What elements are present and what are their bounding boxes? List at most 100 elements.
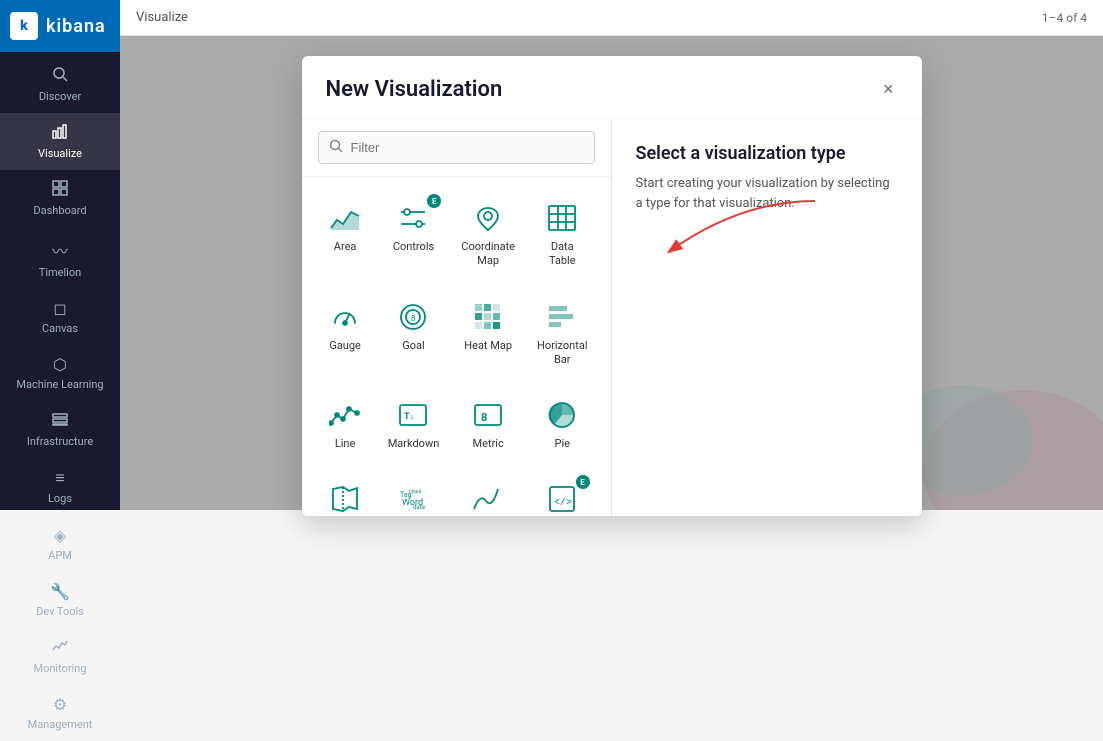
viz-horiz-bar-label: Horizontal Bar bbox=[537, 339, 588, 368]
pie-chart-icon bbox=[544, 397, 580, 433]
sidebar: k kibana Discover Visualize Dashboard 〰 … bbox=[0, 0, 120, 510]
sidebar-item-timelion-label: Timelion bbox=[39, 266, 81, 279]
sidebar-item-dashboard[interactable]: Dashboard bbox=[0, 170, 120, 227]
viz-markdown-label: Markdown bbox=[388, 437, 440, 451]
dashboard-icon bbox=[52, 180, 68, 200]
viz-item-region-map[interactable]: Region Map bbox=[318, 470, 373, 516]
svg-text:</>: </> bbox=[554, 497, 572, 509]
coordinate-map-icon bbox=[470, 200, 506, 236]
modal-title: New Visualization bbox=[326, 77, 503, 102]
sidebar-item-logs[interactable]: ≡ Logs bbox=[0, 458, 120, 515]
content-area: New Visualization × bbox=[120, 36, 1103, 510]
logo: k kibana bbox=[0, 0, 120, 52]
apm-icon: ◈ bbox=[54, 526, 66, 545]
controls-icon bbox=[395, 200, 431, 236]
kibana-logo-text: kibana bbox=[46, 16, 106, 37]
sidebar-item-canvas[interactable]: ◻ Canvas bbox=[0, 289, 120, 345]
viz-item-metric[interactable]: 8 Metric bbox=[454, 386, 522, 462]
sidebar-item-timelion[interactable]: 〰 Timelion bbox=[0, 228, 120, 289]
sidebar-item-infrastructure[interactable]: Infrastructure bbox=[0, 401, 120, 458]
ml-icon: ⬡ bbox=[53, 355, 67, 374]
sidebar-item-visualize-label: Visualize bbox=[38, 147, 82, 160]
timelion-icon: 〰 bbox=[52, 238, 68, 262]
filter-input-wrap[interactable] bbox=[318, 131, 595, 164]
monitoring-icon bbox=[52, 638, 68, 658]
tag-cloud-icon: TagcloudWorddata bbox=[395, 481, 431, 516]
sidebar-item-devtools[interactable]: 🔧 Dev Tools bbox=[0, 572, 120, 628]
vega-badge: E bbox=[576, 475, 590, 489]
controls-badge: E bbox=[427, 194, 441, 208]
viz-item-controls[interactable]: Controls E bbox=[381, 189, 447, 280]
topbar: Visualize 1–4 of 4 bbox=[120, 0, 1103, 36]
sidebar-item-apm[interactable]: ◈ APM bbox=[0, 516, 120, 572]
viz-goal-label: Goal bbox=[402, 339, 424, 353]
sidebar-item-canvas-label: Canvas bbox=[42, 322, 78, 335]
viz-heat-map-label: Heat Map bbox=[464, 339, 512, 353]
viz-coord-map-label: Coordinate Map bbox=[461, 240, 515, 269]
sidebar-item-visualize[interactable]: Visualize bbox=[0, 113, 120, 170]
sidebar-item-machine-learning[interactable]: ⬡ Machine Learning bbox=[0, 345, 120, 401]
sidebar-item-infra-label: Infrastructure bbox=[27, 435, 93, 448]
right-panel-description: Start creating your visualization by sel… bbox=[636, 174, 898, 213]
viz-item-area[interactable]: Area bbox=[318, 189, 373, 280]
viz-item-data-table[interactable]: Data Table bbox=[530, 189, 595, 280]
svg-text:8: 8 bbox=[411, 314, 416, 323]
svg-text:cloud: cloud bbox=[409, 489, 421, 495]
region-map-icon bbox=[327, 481, 363, 516]
page-count: 1–4 of 4 bbox=[1042, 11, 1087, 25]
search-icon bbox=[329, 138, 343, 157]
filter-bar bbox=[302, 119, 611, 177]
viz-gauge-label: Gauge bbox=[329, 339, 361, 353]
sidebar-item-monitoring-label: Monitoring bbox=[33, 662, 86, 675]
viz-item-pie[interactable]: Pie bbox=[530, 386, 595, 462]
viz-item-horizontal-bar[interactable]: Horizontal Bar bbox=[530, 288, 595, 379]
viz-pie-label: Pie bbox=[555, 437, 570, 451]
sidebar-item-logs-label: Logs bbox=[48, 492, 72, 505]
horizontal-bar-icon bbox=[544, 299, 580, 335]
viz-item-heat-map[interactable]: Heat Map bbox=[454, 288, 522, 379]
viz-item-markdown[interactable]: T↓ Markdown bbox=[381, 386, 447, 462]
viz-metric-label: Metric bbox=[473, 437, 504, 451]
modal-header: New Visualization × bbox=[302, 56, 922, 119]
viz-item-coordinate-map[interactable]: Coordinate Map bbox=[454, 189, 522, 280]
sidebar-item-dashboard-label: Dashboard bbox=[33, 204, 86, 217]
sidebar-item-apm-label: APM bbox=[48, 549, 72, 562]
modal-close-button[interactable]: × bbox=[879, 76, 898, 102]
svg-text:8: 8 bbox=[481, 411, 487, 424]
viz-line-label: Line bbox=[335, 437, 356, 451]
heat-map-icon bbox=[470, 299, 506, 335]
viz-item-timelion[interactable]: Timelion bbox=[454, 470, 522, 516]
sidebar-item-discover[interactable]: Discover bbox=[0, 56, 120, 113]
svg-text:T↓: T↓ bbox=[404, 412, 414, 422]
modal-body: Area Controls E bbox=[302, 119, 922, 516]
kibana-logo-icon: k bbox=[10, 12, 38, 40]
canvas-icon: ◻ bbox=[53, 299, 66, 318]
data-table-icon bbox=[544, 200, 580, 236]
viz-item-tag-cloud[interactable]: TagcloudWorddata Tag Cloud bbox=[381, 470, 447, 516]
modal-overlay: New Visualization × bbox=[120, 36, 1103, 510]
viz-item-goal[interactable]: 8 Goal bbox=[381, 288, 447, 379]
line-chart-icon bbox=[327, 397, 363, 433]
area-chart-icon bbox=[327, 200, 363, 236]
viz-item-vega[interactable]: </> Vega E bbox=[530, 470, 595, 516]
management-icon: ⚙ bbox=[53, 695, 67, 714]
viz-item-gauge[interactable]: Gauge bbox=[318, 288, 373, 379]
main-content: Visualize 1–4 of 4 New Visualization × bbox=[120, 0, 1103, 510]
markdown-icon: T↓ bbox=[395, 397, 431, 433]
infra-icon bbox=[52, 411, 68, 431]
vega-icon: </> bbox=[544, 481, 580, 516]
metric-icon: 8 bbox=[470, 397, 506, 433]
viz-type-grid: Area Controls E bbox=[302, 177, 611, 516]
sidebar-item-ml-label: Machine Learning bbox=[16, 378, 103, 391]
sidebar-item-devtools-label: Dev Tools bbox=[36, 605, 84, 618]
viz-data-table-label: Data Table bbox=[537, 240, 588, 269]
discover-icon bbox=[52, 66, 68, 86]
sidebar-item-management-label: Management bbox=[28, 718, 93, 731]
filter-input[interactable] bbox=[351, 140, 584, 155]
sidebar-item-management[interactable]: ⚙ Management bbox=[0, 685, 120, 741]
viz-description-panel: Select a visualization type Start creati… bbox=[612, 119, 922, 516]
logs-icon: ≡ bbox=[55, 468, 64, 488]
sidebar-item-monitoring[interactable]: Monitoring bbox=[0, 628, 120, 685]
viz-item-line[interactable]: Line bbox=[318, 386, 373, 462]
timelion-chart-icon bbox=[470, 481, 506, 516]
